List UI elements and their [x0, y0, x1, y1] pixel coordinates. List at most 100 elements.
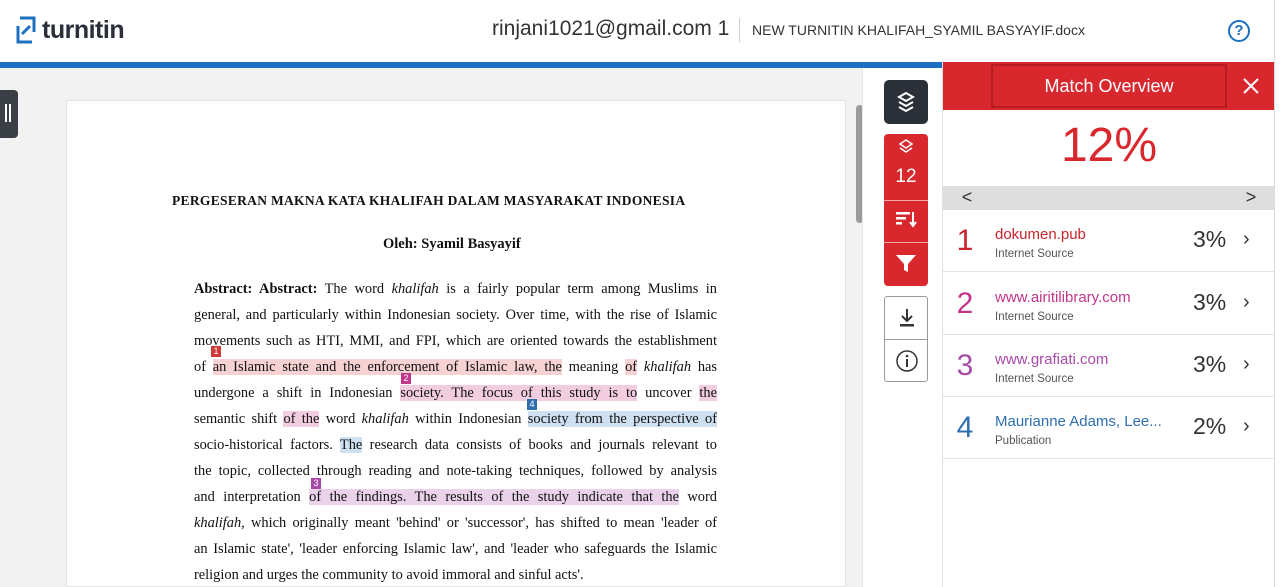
- grip-icon: [5, 104, 7, 122]
- text-span: meaning: [561, 359, 626, 375]
- match-highlight-1[interactable]: an Islamic state and the enforcement of …: [212, 359, 562, 375]
- chevron-right-icon[interactable]: ›: [1243, 415, 1250, 438]
- match-percent: 3%: [1193, 226, 1227, 252]
- layers-small-icon: [898, 139, 914, 153]
- match-percent: 3%: [1193, 289, 1227, 315]
- secondary-toolbar: [884, 296, 928, 382]
- text-line: Abstract: Abstract: The word khalifah is…: [194, 281, 717, 298]
- filter-icon[interactable]: [895, 254, 917, 274]
- match-item[interactable]: 2 www.airitilibrary.com Internet Source 3% ›: [943, 273, 1275, 335]
- overall-similarity-percent: 12%: [1060, 119, 1158, 172]
- match-overview-panel: Match Overview 12% < > 1 dokumen.pub Inter…: [942, 62, 1275, 587]
- help-icon[interactable]: ?: [1228, 20, 1250, 42]
- text-span: word: [319, 411, 362, 427]
- text-span: within Indonesian: [408, 411, 528, 427]
- window-edge: [1274, 0, 1280, 587]
- document-filename: NEW TURNITIN KHALIFAH_SYAMIL BASYAYIF.do…: [752, 22, 1085, 38]
- match-marker-3[interactable]: 3: [311, 478, 321, 489]
- match-highlight-3[interactable]: of the findings. The results of the stud…: [309, 489, 679, 505]
- text-span: has: [691, 359, 718, 375]
- text-span: of: [194, 359, 213, 375]
- chevron-right-icon[interactable]: ›: [1243, 291, 1250, 314]
- match-rank: 2: [956, 287, 974, 320]
- text-span: uncover: [637, 385, 700, 401]
- text-italic: khalifah: [361, 411, 409, 427]
- layers-button[interactable]: [884, 80, 928, 124]
- match-source[interactable]: dokumen.pub: [995, 226, 1086, 243]
- match-highlight-2[interactable]: society. The focus of this study is to: [400, 385, 638, 401]
- toolbar-divider: [884, 200, 928, 201]
- match-source[interactable]: www.grafiati.com: [995, 351, 1108, 368]
- text-line: movements such as HTI, MMI, and FPI, whi…: [194, 333, 717, 349]
- match-rank: 1: [956, 224, 974, 257]
- match-highlight-2[interactable]: the: [699, 385, 717, 401]
- match-overview-title[interactable]: Match Overview: [991, 64, 1227, 108]
- close-icon[interactable]: [1241, 76, 1261, 96]
- match-count[interactable]: 12: [884, 166, 928, 188]
- text-line: undergone a shift in Indonesian society.…: [194, 385, 717, 402]
- match-source-type: Internet Source: [995, 248, 1074, 260]
- text-line: religion and urges the community to avoi…: [194, 567, 584, 583]
- previous-match-button[interactable]: <: [955, 187, 979, 208]
- user-account-label[interactable]: rinjani1021@gmail.com 1: [492, 17, 729, 41]
- text-span: socio-historical factors.: [194, 437, 340, 453]
- text-span: undergone a shift in Indonesian: [194, 385, 401, 401]
- document-author: Oleh: Syamil Basyayif: [383, 236, 521, 252]
- top-header: turnitin rinjani1021@gmail.com 1 NEW TUR…: [0, 0, 1280, 62]
- match-marker-2[interactable]: 2: [401, 373, 411, 384]
- text-span: semantic shift: [194, 411, 284, 427]
- abstract-label: Abstract: Abstract:: [194, 281, 318, 297]
- sort-icon[interactable]: [895, 210, 917, 228]
- match-item[interactable]: 3 www.grafiati.com Internet Source 3% ›: [943, 335, 1275, 397]
- match-percent: 2%: [1193, 413, 1227, 439]
- sidebar-toggle-handle[interactable]: [0, 90, 18, 138]
- match-source[interactable]: Maurianne Adams, Lee...: [995, 413, 1162, 430]
- turnitin-logo[interactable]: turnitin: [16, 14, 125, 46]
- match-marker-4[interactable]: 4: [527, 399, 537, 410]
- match-highlight-2[interactable]: of the: [283, 411, 320, 427]
- text-line: of an Islamic state and the enforcement …: [194, 359, 717, 376]
- match-source-type: Internet Source: [995, 373, 1074, 385]
- match-item[interactable]: 4 Maurianne Adams, Lee... Publication 2% ›: [943, 397, 1275, 459]
- match-percent: 3%: [1193, 351, 1227, 377]
- text-span: and interpretation: [194, 489, 310, 505]
- text-line: general, and particularly within Indones…: [194, 307, 717, 323]
- text-span: is a fairly popular term among Muslims i…: [438, 281, 717, 297]
- match-source-type: Publication: [995, 435, 1052, 447]
- turnitin-logo-icon: [16, 14, 38, 46]
- match-source-type: Internet Source: [995, 311, 1074, 323]
- text-italic: khalifah: [194, 515, 242, 531]
- text-span: word: [678, 489, 717, 505]
- info-icon[interactable]: [895, 349, 919, 373]
- text-line: khalifah, which originally meant 'behind…: [194, 515, 717, 532]
- text-line: semantic shift of the word khalifah with…: [194, 411, 717, 428]
- match-rank: 3: [956, 349, 974, 382]
- document-title: PERGESERAN MAKNA KATA KHALIFAH DALAM MAS…: [172, 193, 686, 208]
- match-source[interactable]: www.airitilibrary.com: [995, 289, 1131, 306]
- text-italic: khalifah: [637, 359, 692, 375]
- download-icon[interactable]: [896, 307, 918, 329]
- next-match-button[interactable]: >: [1239, 187, 1263, 208]
- chevron-right-icon[interactable]: ›: [1243, 228, 1250, 251]
- match-rank: 4: [956, 411, 974, 444]
- text-span: , which originally meant 'behind' or 'su…: [241, 515, 717, 531]
- logo-text: turnitin: [42, 15, 125, 44]
- text-span: research data consists of books and jour…: [362, 437, 717, 453]
- match-highlight-4[interactable]: The: [339, 437, 363, 453]
- text-line: socio-historical factors. The research d…: [194, 437, 717, 454]
- toolbar-divider: [884, 242, 928, 243]
- match-highlight-4[interactable]: society from the perspective of: [527, 411, 717, 427]
- match-highlight-1[interactable]: of: [625, 359, 638, 375]
- toolbar-divider: [885, 339, 927, 340]
- chevron-right-icon[interactable]: ›: [1243, 353, 1250, 376]
- text-line: the topic, collected through reading and…: [194, 463, 717, 479]
- match-item[interactable]: 1 dokumen.pub Internet Source 3% ›: [943, 210, 1275, 272]
- text-italic: khalifah: [391, 281, 439, 297]
- panel-header: Match Overview: [943, 62, 1275, 110]
- match-marker-1[interactable]: 1: [211, 346, 221, 357]
- text-span: The word: [317, 281, 392, 297]
- text-line: an Islamic state', 'leader enforcing Isl…: [194, 541, 717, 557]
- similarity-toolbar: 12: [884, 134, 928, 286]
- text-line: and interpretation of the findings. The …: [194, 489, 717, 506]
- layers-icon: [896, 91, 916, 113]
